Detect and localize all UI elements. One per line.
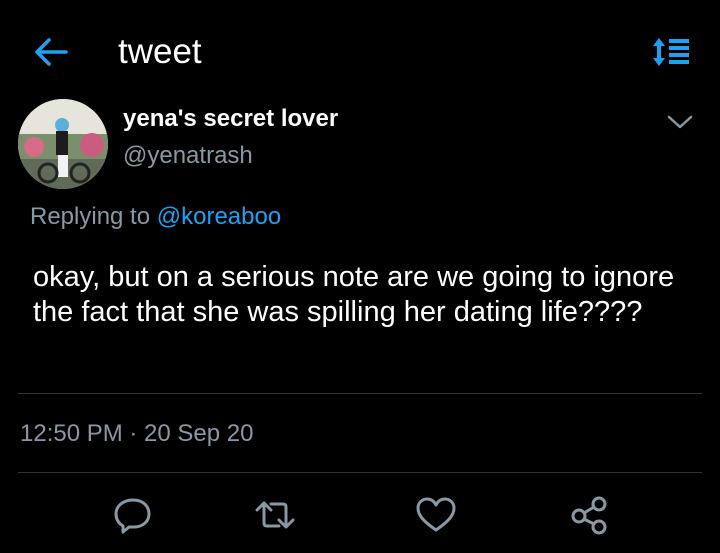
replying-to: Replying to @koreaboo	[30, 202, 281, 232]
divider	[18, 472, 702, 473]
share-button[interactable]	[568, 495, 612, 535]
app-header: tweet	[0, 0, 720, 100]
avatar-photo-icon	[18, 99, 108, 189]
share-icon	[571, 496, 607, 535]
mention-link[interactable]: @koreaboo	[157, 203, 281, 230]
chevron-down-icon	[667, 115, 693, 129]
page-title: tweet	[118, 32, 202, 71]
back-button[interactable]	[30, 33, 70, 71]
user-handle[interactable]: @yenatrash	[123, 141, 253, 171]
display-name[interactable]: yena's secret lover	[123, 104, 338, 134]
sort-button[interactable]	[652, 36, 692, 68]
retweet-icon	[255, 501, 295, 529]
reply-button[interactable]	[111, 495, 155, 535]
like-button[interactable]	[414, 495, 458, 535]
more-options-button[interactable]	[666, 112, 694, 132]
arrow-left-icon	[35, 38, 68, 66]
divider	[18, 393, 702, 394]
replying-prefix: Replying to	[30, 203, 157, 230]
avatar[interactable]	[18, 99, 108, 189]
retweet-button[interactable]	[253, 495, 297, 535]
tweet-timestamp: 12:50 PM · 20 Sep 20	[20, 420, 254, 447]
reply-icon	[114, 498, 151, 534]
tweet-text: okay, but on a serious note are we going…	[33, 261, 675, 328]
sort-icon	[653, 38, 689, 66]
like-icon	[416, 497, 456, 532]
